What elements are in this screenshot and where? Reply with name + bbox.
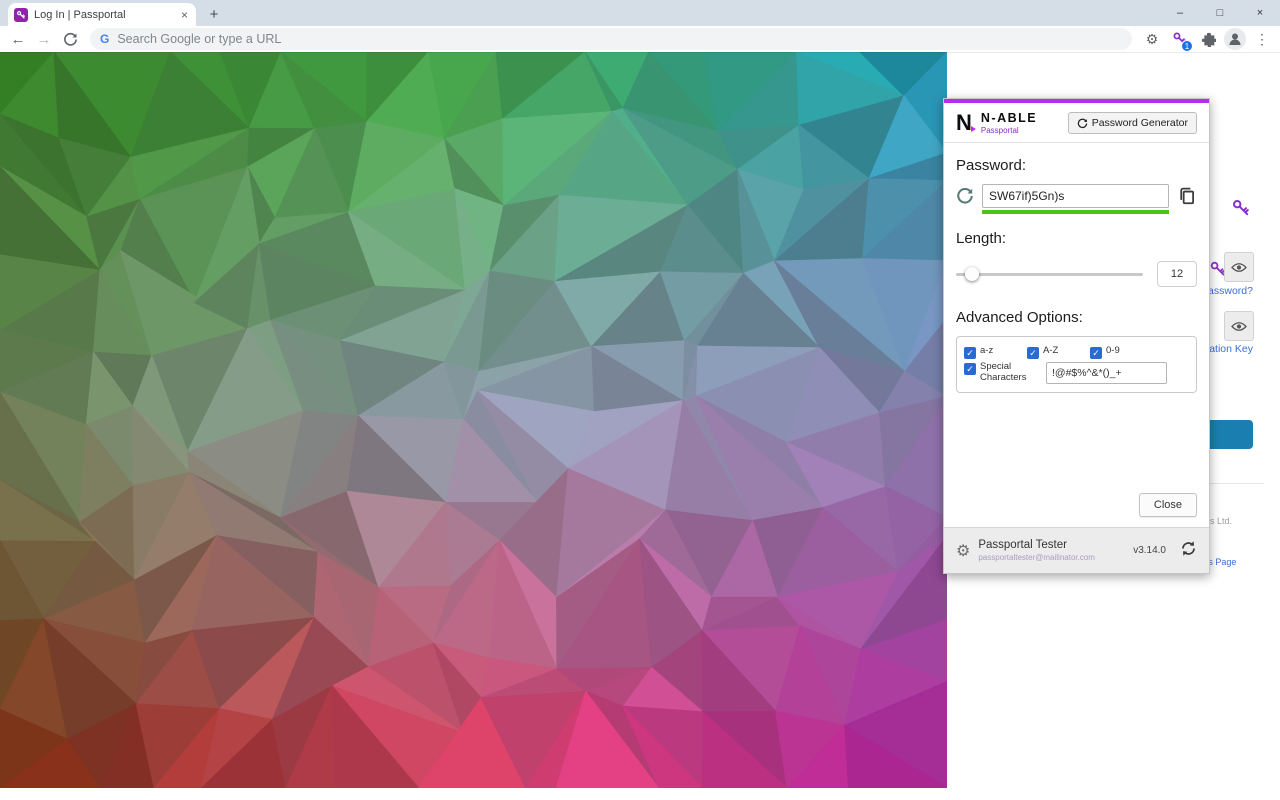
close-row: Close: [956, 493, 1197, 527]
uppercase-checkbox[interactable]: ✓: [1027, 347, 1039, 359]
password-generator-button[interactable]: Password Generator: [1068, 112, 1197, 134]
google-icon: G: [100, 32, 109, 46]
password-row: [956, 184, 1197, 208]
lowercase-checkbox[interactable]: ✓: [964, 347, 976, 359]
new-tab-button[interactable]: +: [202, 4, 226, 24]
special-label: Special Characters: [980, 362, 1039, 384]
copy-password-icon[interactable]: [1177, 186, 1197, 206]
password-field-wrap: [982, 184, 1169, 208]
window-controls: – □ ×: [1160, 0, 1280, 26]
account-email: passportaltester@mailinator.com: [978, 553, 1125, 562]
browser-window: Log In | Passportal × + – □ × ← → G ⚙ 1: [0, 0, 1280, 800]
option-uppercase[interactable]: ✓ A-Z: [1027, 346, 1090, 359]
popup-header: N N-ABLE Passportal Password Generator: [944, 103, 1209, 142]
slider-thumb[interactable]: [965, 267, 979, 281]
profile-avatar[interactable]: [1224, 28, 1246, 50]
browser-titlebar: Log In | Passportal × + – □ ×: [0, 0, 1280, 26]
nable-logo: N N-ABLE Passportal: [956, 111, 1037, 135]
option-lowercase[interactable]: ✓ a-z: [964, 346, 1027, 359]
passportal-extension-icon[interactable]: 1: [1168, 27, 1192, 51]
digits-label: 0-9: [1106, 346, 1120, 357]
maximize-button[interactable]: □: [1200, 0, 1240, 26]
brand-name: N-ABLE: [981, 111, 1037, 125]
settings-gear-icon[interactable]: ⚙: [956, 541, 970, 561]
popup-body: Password: Length:: [944, 157, 1209, 527]
popup-footer: ⚙ Passportal Tester passportaltester@mai…: [944, 527, 1209, 573]
nable-logo-mark: N: [956, 112, 972, 134]
browser-tab[interactable]: Log In | Passportal ×: [8, 3, 196, 26]
account-info: Passportal Tester passportaltester@maili…: [978, 539, 1125, 562]
passportal-popup: N N-ABLE Passportal Password Generator P…: [943, 98, 1210, 574]
lowercase-label: a-z: [980, 346, 993, 357]
version-text: v3.14.0: [1133, 545, 1166, 556]
password-label: Password:: [956, 157, 1197, 174]
slider-track: [956, 273, 1143, 276]
special-characters-input[interactable]: [1046, 362, 1167, 384]
generated-password-input[interactable]: [982, 184, 1169, 208]
close-popup-button[interactable]: Close: [1139, 493, 1197, 517]
password-visibility-button[interactable]: [1224, 252, 1254, 282]
uppercase-label: A-Z: [1043, 346, 1058, 357]
length-slider[interactable]: [956, 267, 1143, 281]
advanced-options-label: Advanced Options:: [956, 309, 1197, 326]
extension-gear-icon[interactable]: ⚙: [1140, 27, 1164, 51]
length-row: 12: [956, 261, 1197, 287]
page-content: Password? ization Key © 2021 N-able Solu…: [0, 52, 1280, 800]
option-digits[interactable]: ✓ 0-9: [1090, 346, 1153, 359]
tab-favicon-icon: [14, 8, 28, 22]
special-checkbox[interactable]: ✓: [964, 363, 976, 375]
browser-toolbar: ← → G ⚙ 1 ⋮: [0, 26, 1280, 52]
account-name: Passportal Tester: [978, 539, 1125, 551]
generator-button-label: Password Generator: [1092, 117, 1188, 129]
menu-kebab-icon[interactable]: ⋮: [1250, 27, 1274, 51]
tab-close-icon[interactable]: ×: [179, 8, 190, 22]
back-button[interactable]: ←: [6, 27, 30, 51]
advanced-options-box: ✓ a-z ✓ A-Z ✓ 0-9: [956, 336, 1197, 393]
popup-divider: [944, 142, 1209, 143]
sync-icon[interactable]: [1180, 540, 1197, 562]
charset-row: ✓ a-z ✓ A-Z ✓ 0-9: [964, 346, 1189, 359]
tab-title: Log In | Passportal: [34, 9, 173, 21]
extensions-puzzle-icon[interactable]: [1196, 27, 1220, 51]
address-bar[interactable]: G: [90, 28, 1132, 50]
regenerate-icon: [1077, 118, 1088, 129]
length-value: 12: [1157, 261, 1197, 287]
refresh-password-icon[interactable]: [956, 187, 974, 205]
lowpoly-background: [0, 52, 947, 788]
brand-product: Passportal: [981, 126, 1037, 135]
special-row: ✓ Special Characters: [964, 362, 1189, 384]
address-input[interactable]: [117, 32, 1122, 46]
extension-badge: 1: [1181, 40, 1193, 52]
digits-checkbox[interactable]: ✓: [1090, 347, 1102, 359]
refresh-button[interactable]: [58, 27, 82, 51]
length-label: Length:: [956, 230, 1197, 247]
close-window-button[interactable]: ×: [1240, 0, 1280, 26]
toolbar-right: ⚙ 1 ⋮: [1140, 27, 1274, 51]
option-special[interactable]: ✓ Special Characters: [964, 362, 1039, 384]
forward-button[interactable]: →: [32, 27, 56, 51]
username-key-icon: [1231, 198, 1251, 223]
password-strength-bar: [982, 210, 1169, 214]
orgkey-visibility-button[interactable]: [1224, 311, 1254, 341]
minimize-button[interactable]: –: [1160, 0, 1200, 26]
